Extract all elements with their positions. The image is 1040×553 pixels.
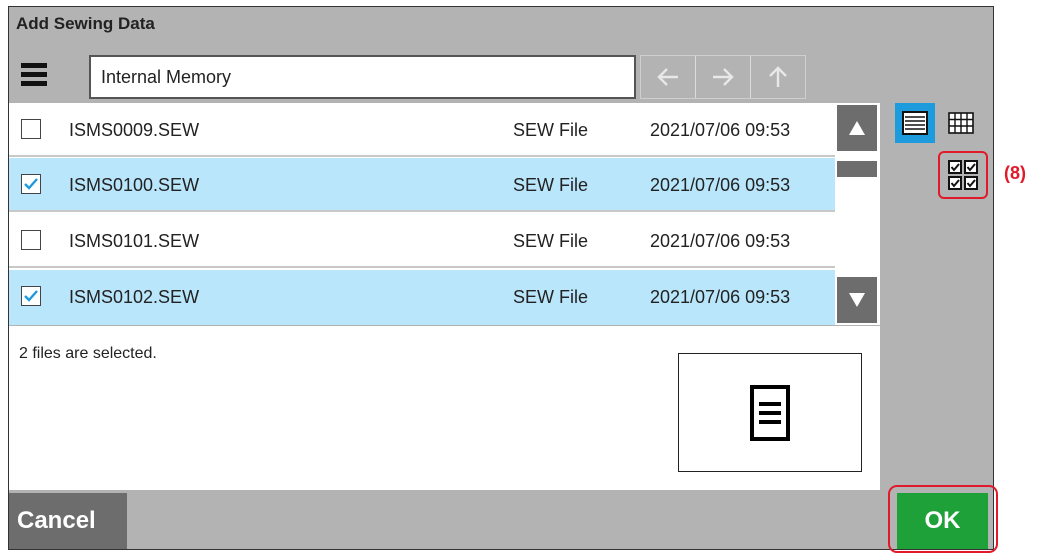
file-row[interactable]: ISMS0102.SEW SEW File 2021/07/06 09:53: [9, 270, 835, 325]
row-checkbox[interactable]: [21, 174, 41, 194]
scroll-up-button[interactable]: [837, 105, 877, 151]
file-row[interactable]: ISMS0101.SEW SEW File 2021/07/06 09:53: [9, 214, 835, 268]
file-name: ISMS0100.SEW: [69, 175, 200, 195]
path-field[interactable]: Internal Memory: [89, 55, 636, 99]
file-preview: [678, 353, 862, 472]
file-date: 2021/07/06 09:53: [650, 231, 791, 251]
grid-view-button[interactable]: [941, 103, 981, 143]
up-button[interactable]: [750, 56, 805, 98]
file-list: ISMS0009.SEW SEW File 2021/07/06 09:53 I…: [9, 103, 835, 325]
select-all-icon: [948, 160, 978, 190]
file-row[interactable]: ISMS0100.SEW SEW File 2021/07/06 09:53: [9, 158, 835, 212]
file-type: SEW File: [513, 120, 589, 140]
file-name: ISMS0009.SEW: [69, 120, 200, 140]
file-type: SEW File: [513, 287, 589, 307]
grid-view-icon: [948, 112, 974, 134]
scrollbar[interactable]: [835, 103, 880, 325]
file-type: SEW File: [513, 231, 589, 251]
dialog-title: Add Sewing Data: [16, 14, 155, 33]
list-view-button[interactable]: [895, 103, 935, 143]
file-name: ISMS0102.SEW: [69, 287, 200, 307]
file-name: ISMS0101.SEW: [69, 231, 200, 251]
menu-button[interactable]: [15, 57, 52, 95]
file-type: SEW File: [513, 175, 589, 195]
arrow-left-icon: [657, 68, 678, 86]
navigation-buttons: [640, 55, 806, 99]
file-date: 2021/07/06 09:53: [650, 287, 791, 307]
file-date: 2021/07/06 09:53: [650, 175, 791, 195]
callout-label: (8): [1004, 163, 1026, 183]
scroll-down-button[interactable]: [837, 277, 877, 323]
arrow-up-icon: [769, 66, 787, 87]
row-checkbox[interactable]: [21, 119, 41, 139]
row-checkbox[interactable]: [21, 286, 41, 306]
document-icon: [750, 384, 790, 441]
back-button[interactable]: [641, 56, 695, 98]
forward-button[interactable]: [695, 56, 750, 98]
selection-status: 2 files are selected.: [19, 345, 157, 362]
triangle-down-icon: [849, 293, 865, 307]
check-icon: [24, 178, 38, 190]
file-row[interactable]: ISMS0009.SEW SEW File 2021/07/06 09:53: [9, 103, 835, 157]
cancel-button[interactable]: Cancel: [9, 493, 127, 549]
file-date: 2021/07/06 09:53: [650, 120, 791, 140]
select-all-button[interactable]: [938, 151, 988, 199]
scroll-thumb[interactable]: [837, 161, 877, 177]
row-checkbox[interactable]: [21, 230, 41, 250]
list-view-icon: [902, 111, 928, 135]
check-icon: [24, 290, 38, 302]
ok-button[interactable]: OK: [897, 493, 988, 549]
arrow-right-icon: [713, 68, 734, 86]
triangle-up-icon: [849, 121, 865, 135]
